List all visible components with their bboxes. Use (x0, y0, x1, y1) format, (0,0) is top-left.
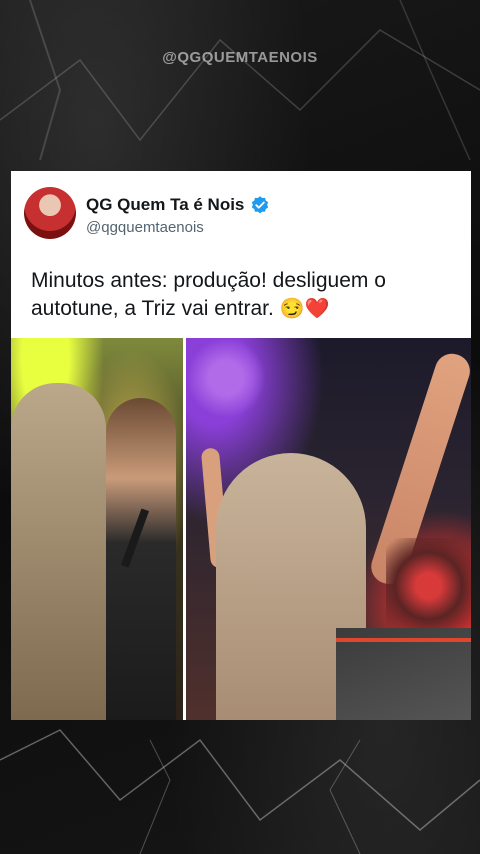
tweet-emojis: 😏❤️ (279, 298, 330, 320)
verified-badge-icon (252, 196, 269, 214)
media-image-left[interactable] (11, 338, 183, 720)
author-name[interactable]: QG Quem Ta é Nois (86, 195, 244, 215)
watermark-text: @QGQUEMTAENOIS (162, 49, 318, 66)
tweet-card: QG Quem Ta é Nois @qgquemtaenois Minutos… (11, 171, 471, 338)
tweet-media (11, 338, 471, 720)
tweet-text: Minutos antes: produção! desliguem o aut… (31, 269, 386, 320)
author-row: QG Quem Ta é Nois (86, 195, 270, 215)
avatar[interactable] (24, 187, 76, 239)
media-image-right[interactable] (186, 338, 471, 720)
tweet-body: Minutos antes: produção! desliguem o aut… (31, 267, 461, 323)
author-handle[interactable]: @qgquemtaenois (86, 219, 204, 236)
